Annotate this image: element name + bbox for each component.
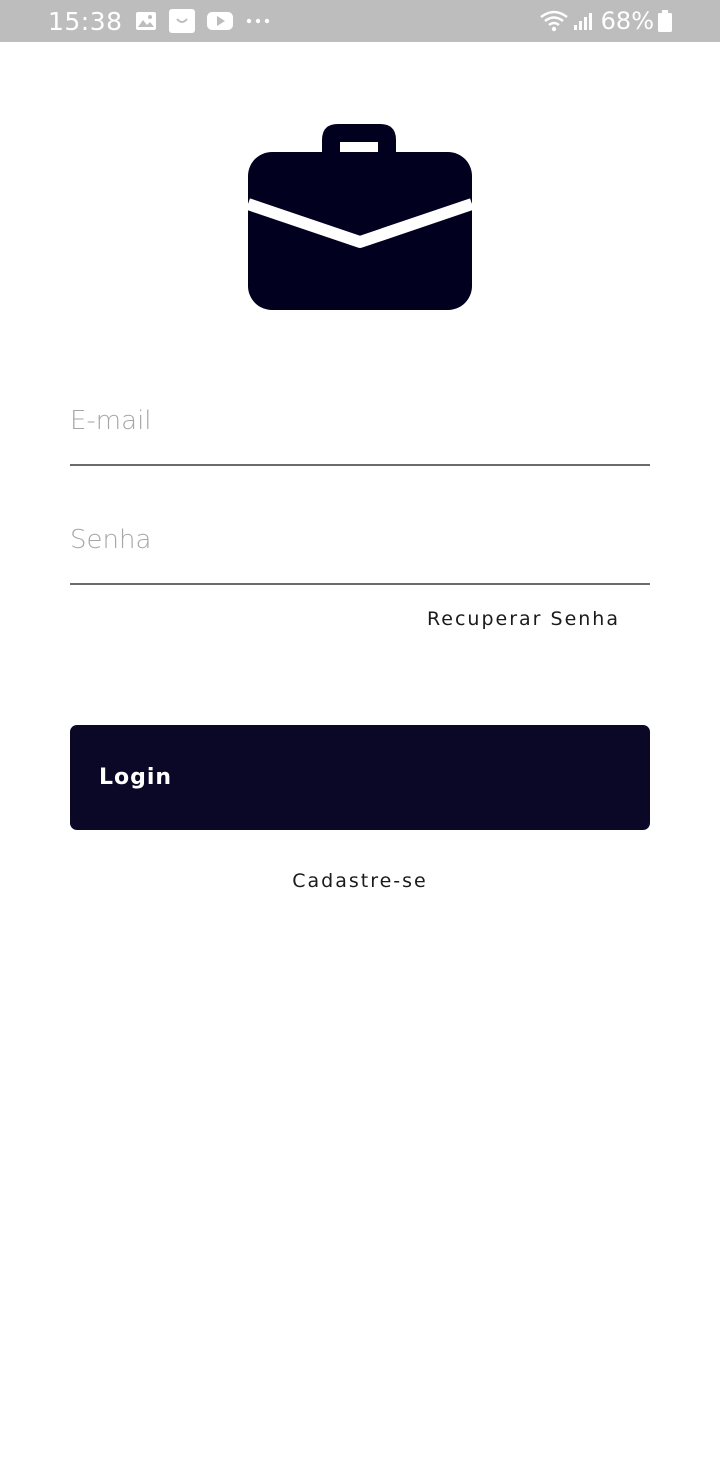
password-input[interactable]: [70, 525, 650, 555]
battery-icon: [658, 10, 672, 32]
status-right: 68%: [527, 7, 672, 35]
email-field[interactable]: [70, 396, 650, 466]
battery-percentage: 68%: [600, 7, 654, 35]
login-button[interactable]: Login: [70, 725, 650, 830]
youtube-icon: [206, 11, 233, 31]
signal-icon: [573, 11, 593, 31]
smile-notification-icon: [168, 9, 195, 33]
more-dots-icon: [245, 17, 271, 25]
password-field[interactable]: [70, 515, 650, 585]
gallery-icon: [135, 11, 157, 31]
status-time: 15:38: [48, 6, 123, 36]
status-left: 15:38: [48, 7, 271, 36]
briefcase-icon: [246, 122, 474, 312]
email-input[interactable]: [70, 406, 650, 436]
wifi-icon: [539, 10, 569, 32]
recover-password-link[interactable]: Recuperar Senha: [427, 608, 620, 630]
status-bar: 15:38 68%: [0, 0, 720, 42]
signup-link[interactable]: Cadastre-se: [0, 870, 720, 892]
login-button-label: Login: [99, 765, 173, 790]
